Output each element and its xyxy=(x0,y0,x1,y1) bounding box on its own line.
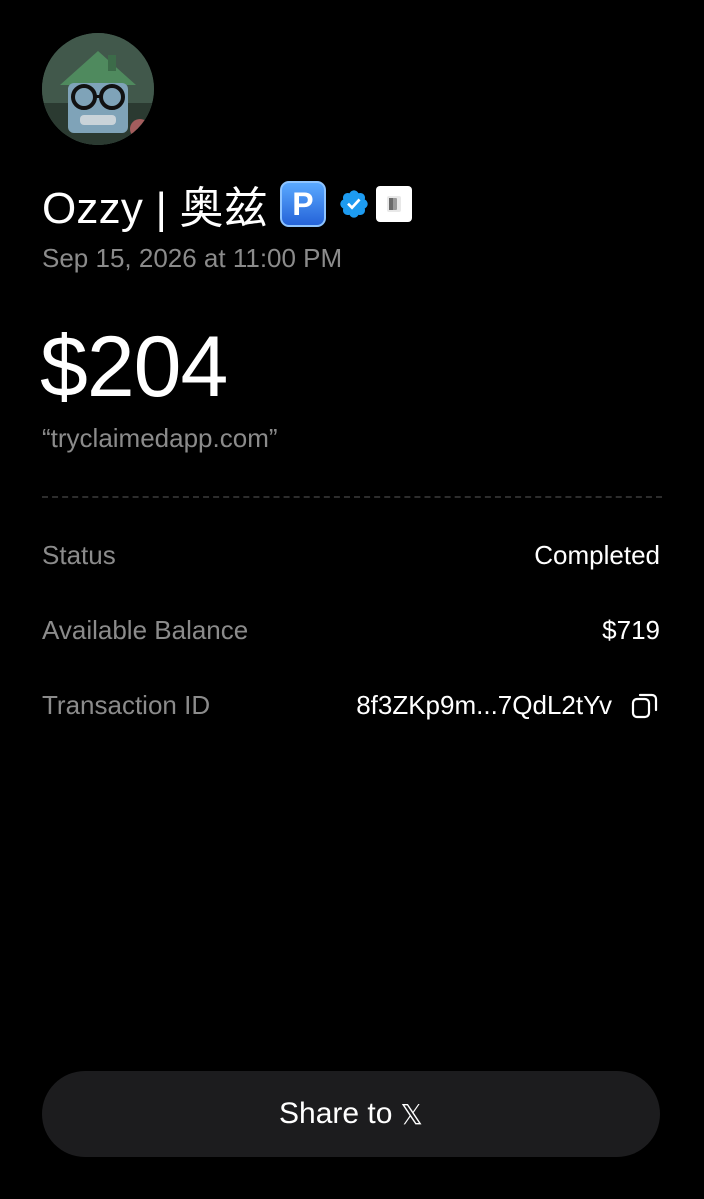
profile-name-row: Ozzy | 奥兹 P xyxy=(42,176,412,233)
p-emoji-badge-icon: P xyxy=(279,181,326,227)
available-balance-value: $719 xyxy=(602,614,660,645)
transaction-id-value: 8f3ZKp9m...7QdL2tYv xyxy=(356,689,612,720)
avatar[interactable] xyxy=(42,33,154,145)
transaction-id-value-group: 8f3ZKp9m...7QdL2tYv xyxy=(356,690,660,721)
detail-row-available-balance: Available Balance $719 xyxy=(42,610,660,650)
available-balance-label: Available Balance xyxy=(42,614,249,645)
transaction-date: Sep 15, 2026 at 11:00 PM xyxy=(42,243,343,273)
detail-row-status: Status Completed xyxy=(42,535,660,575)
dashed-divider xyxy=(42,496,662,498)
share-to-x-button[interactable]: Share to 𝕏 xyxy=(42,1071,660,1157)
status-label: Status xyxy=(42,539,116,570)
profile-name: Ozzy | 奥兹 xyxy=(42,184,268,233)
share-label: Share to xyxy=(279,1097,393,1130)
transaction-memo: “tryclaimedapp.com” xyxy=(42,423,278,453)
p-badge-letter: P xyxy=(292,185,314,222)
verified-badge-icon xyxy=(340,190,368,218)
copy-icon[interactable] xyxy=(630,690,660,720)
status-value: Completed xyxy=(534,539,660,570)
x-logo-icon: 𝕏 xyxy=(400,1097,423,1131)
detail-row-transaction-id: Transaction ID 8f3ZKp9m...7QdL2tYv xyxy=(42,685,660,725)
affiliate-badge-icon xyxy=(375,186,412,222)
transaction-id-label: Transaction ID xyxy=(42,689,211,720)
transaction-amount: $204 xyxy=(40,319,228,415)
